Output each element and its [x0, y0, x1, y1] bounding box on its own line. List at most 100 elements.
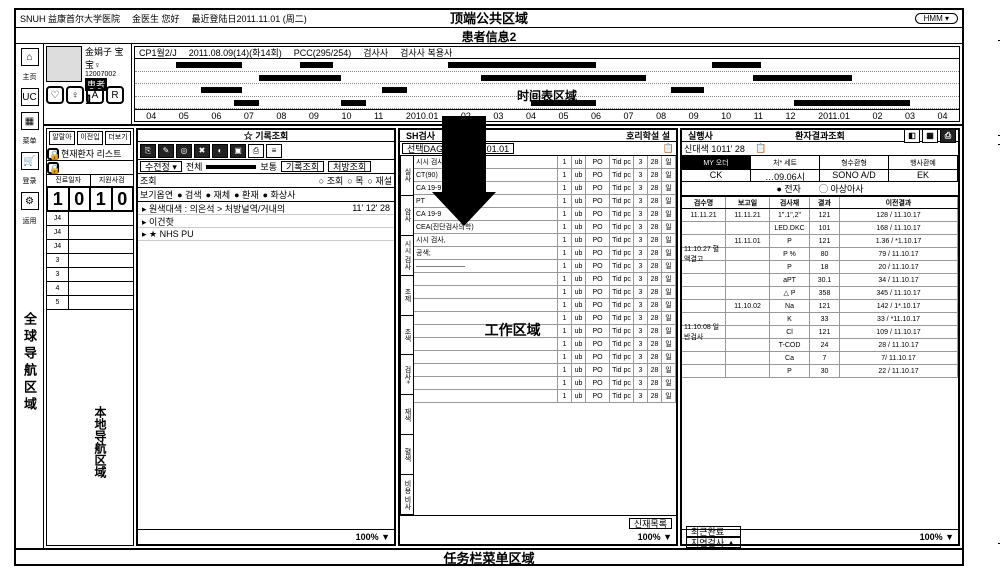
- list-item[interactable]: J4: [47, 212, 133, 226]
- a-button[interactable]: A: [86, 86, 104, 104]
- tool-icon[interactable]: ◎: [176, 144, 192, 158]
- table-row[interactable]: 1ubPOTid pc328일: [414, 338, 676, 351]
- table-row[interactable]: 1ubPOTid pc328일: [414, 312, 676, 325]
- lock-icon[interactable]: 🔒: [47, 148, 59, 160]
- table-row[interactable]: 시시 검사,1ubPOTid pc328일: [414, 234, 676, 247]
- category-tab[interactable]: 검사+: [401, 355, 413, 395]
- table-row[interactable]: 1ubPOTid pc328일: [414, 377, 676, 390]
- category-tab[interactable]: 조색: [401, 316, 413, 356]
- category-tab[interactable]: 비용 비사: [401, 475, 413, 515]
- records-panel: ☆ 기록조회 ⎘✎◎✖◐▣⎙≡ 수전정 ▾ 전체 보통 기록조회 처방조회 조회…: [136, 128, 396, 546]
- table-row[interactable]: K3333 / *11.10.17: [682, 313, 958, 326]
- tool-icon[interactable]: ⎙: [248, 144, 264, 158]
- category-tab[interactable]: 혈색: [401, 435, 413, 475]
- table-row[interactable]: P3022 / 11.10.17: [682, 365, 958, 378]
- dropdown[interactable]: 수전정 ▾: [140, 161, 182, 172]
- list-item[interactable]: ▸ ★ NHS PU: [138, 228, 394, 241]
- tool-icon[interactable]: ≡: [266, 144, 282, 158]
- hospital-name: SNUH 益康首尔大学医院: [20, 12, 120, 25]
- table-row[interactable]: 1ubPOTid pc328일: [414, 299, 676, 312]
- table-row[interactable]: 1ubPOTid pc328일: [414, 364, 676, 377]
- category-tab[interactable]: 재색: [401, 395, 413, 435]
- hmm-button[interactable]: HMM ▾: [915, 13, 958, 24]
- ln-btn-1[interactable]: 알랄아: [49, 131, 75, 145]
- slider[interactable]: [206, 165, 256, 169]
- tool-icon[interactable]: ▣: [230, 144, 246, 158]
- list-item[interactable]: ▸ 원색대색 : 의온석 > 처방널역/거내의11' 12' 28: [138, 202, 394, 215]
- tool-icon[interactable]: ◧: [904, 129, 920, 143]
- table-row[interactable]: 11.10.27 혈액결고P %8079 / 11.10.17: [682, 248, 958, 261]
- list-item[interactable]: ▸ 이건핫: [138, 215, 394, 228]
- list-item[interactable]: 5: [47, 296, 133, 310]
- tool-icon[interactable]: ✖: [194, 144, 210, 158]
- list-item[interactable]: 4: [47, 282, 133, 296]
- tool-icon[interactable]: ◐: [212, 144, 228, 158]
- tool-icon[interactable]: ✎: [158, 144, 174, 158]
- work-area-label: 工作区域: [485, 320, 541, 340]
- heart-button[interactable]: ♡: [46, 86, 64, 104]
- timeline-axis: 04050607080910112010.0102030405060708091…: [135, 109, 959, 121]
- table-row[interactable]: △ P358345 / 11.10.17: [682, 287, 958, 300]
- list-button[interactable]: 신재목록: [629, 518, 672, 529]
- ln-btn-2[interactable]: 이전입: [77, 131, 103, 145]
- table-row[interactable]: LED.DKC101168 / 11.10.17: [682, 222, 958, 235]
- category-tab[interactable]: 시시 검사: [401, 236, 413, 276]
- tool-icon[interactable]: ⎘: [140, 144, 156, 158]
- avatar: [46, 46, 82, 82]
- list-item[interactable]: 3: [47, 254, 133, 268]
- table-row[interactable]: Ca77/ 11.10.17: [682, 352, 958, 365]
- arrow-indicator: [432, 116, 496, 226]
- gender-button[interactable]: ♀: [66, 86, 84, 104]
- table-row[interactable]: 1ubPOTid pc328일: [414, 273, 676, 286]
- category-tab[interactable]: 암사: [401, 196, 413, 236]
- home-label: 主页: [23, 72, 37, 82]
- table-row[interactable]: 1ubPOTid pc328일: [414, 286, 676, 299]
- table-row[interactable]: ———————1ubPOTid pc328일: [414, 260, 676, 273]
- list-item[interactable]: 3: [47, 268, 133, 282]
- zoom-control[interactable]: 100% ▼: [920, 532, 954, 542]
- tab[interactable]: MY 오더: [682, 156, 751, 169]
- timeline-header: CP1월2/J 2011.08.09(14)(화14회) PCC(295/254…: [135, 47, 959, 59]
- table-row[interactable]: 1ubPOTid pc328일: [414, 325, 676, 338]
- table-row[interactable]: aPT30.134 / 11.10.17: [682, 274, 958, 287]
- table-row[interactable]: 공색;1ubPOTid pc328일: [414, 247, 676, 260]
- table-row[interactable]: 11.10.08 일반검사Cl121109 / 11.10.17: [682, 326, 958, 339]
- table-row[interactable]: 11.10.02Na121142 / 1*.10.17: [682, 300, 958, 313]
- tab[interactable]: 형수환형: [820, 156, 889, 169]
- patient-info-label: 患者信息2: [462, 28, 517, 45]
- table-row[interactable]: P1820 / 11.10.17: [682, 261, 958, 274]
- lock-icon[interactable]: 🔒: [47, 162, 59, 174]
- table-row[interactable]: 11.11.2111.11.211".1",2"121128 / 11.10.1…: [682, 209, 958, 222]
- cart-icon[interactable]: 🛒: [21, 152, 39, 170]
- zoom-control[interactable]: 100% ▼: [638, 532, 672, 542]
- results-panel: 실행사환자결과조회 ◧ ▦ ⎙ 신대색 1011' 28📋 MY 오더처* 세트…: [680, 128, 960, 546]
- zoom-control[interactable]: 100% ▼: [356, 532, 390, 542]
- patient-id: 12007002: [85, 71, 130, 78]
- patient-info-bar: 患者信息2: [16, 28, 962, 44]
- tool-icon[interactable]: ⎙: [940, 129, 956, 143]
- table-row[interactable]: 1ubPOTid pc328일: [414, 351, 676, 364]
- table-row[interactable]: 1ubPOTid pc328일: [414, 390, 676, 403]
- local-nav: 알랄아 이전입 더보기 🔒현재환자 리스트 🔒 진료일자 지원사검 1 0 1: [46, 128, 134, 546]
- category-tab[interactable]: 조제: [401, 276, 413, 316]
- tool-icon[interactable]: ▦: [922, 129, 938, 143]
- tab[interactable]: 처* 세트: [751, 156, 820, 169]
- tab[interactable]: 행사환예: [889, 156, 958, 169]
- last-login: 最近登陆日2011.11.01 (周二): [192, 12, 307, 25]
- timeline[interactable]: CP1월2/J 2011.08.09(14)(화14회) PCC(295/254…: [134, 46, 960, 122]
- category-tab[interactable]: 실사: [401, 156, 413, 196]
- r-button[interactable]: R: [106, 86, 124, 104]
- uc-icon[interactable]: UC: [21, 88, 39, 106]
- ln-btn-3[interactable]: 더보기: [105, 131, 131, 145]
- doctor-greeting: 金医生 您好: [132, 12, 180, 25]
- table-row[interactable]: T-COD2428 / 11.10.17: [682, 339, 958, 352]
- clipboard-icon[interactable]: 📋: [663, 143, 674, 154]
- menu-icon[interactable]: ▦: [21, 112, 39, 130]
- global-nav: ⌂ 主页 UC ▦ 菜单 🛒 登录 ⚙ 运用 全球导航区域: [16, 44, 44, 548]
- top-area-label: 顶端公共区域: [450, 8, 528, 27]
- table-row[interactable]: 11.11.01P1211.36 / *1.10.17: [682, 235, 958, 248]
- list-item[interactable]: J4: [47, 240, 133, 254]
- settings-icon[interactable]: ⚙: [21, 192, 39, 210]
- home-icon[interactable]: ⌂: [21, 48, 39, 66]
- list-item[interactable]: J4: [47, 226, 133, 240]
